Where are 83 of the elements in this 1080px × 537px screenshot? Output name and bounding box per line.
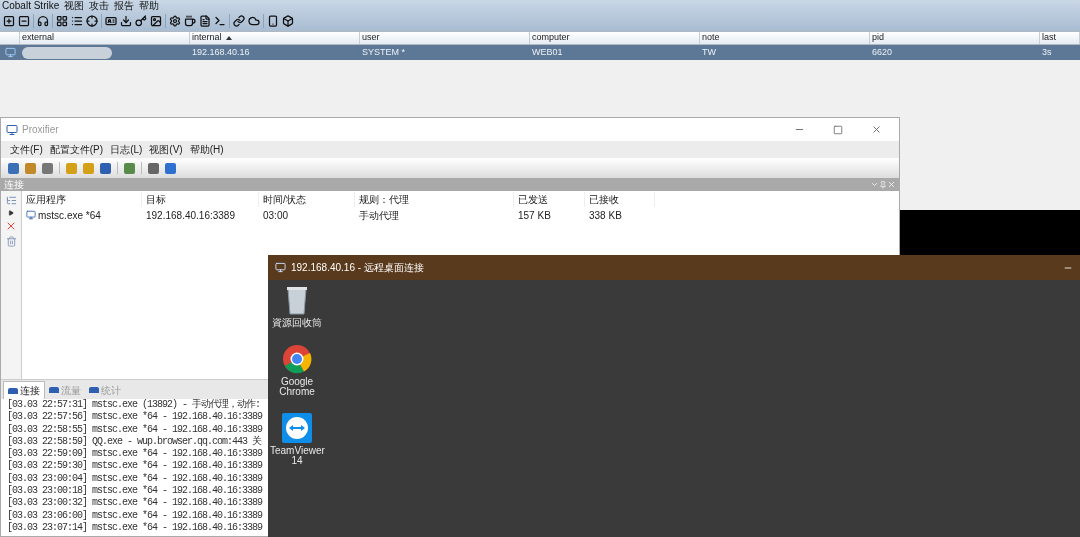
table-cell-text: 3s [1041,45,1053,59]
log-line: [03.03 23:07:14] mstsc.exe *64 - 192.168.40.16:3389 [7,521,263,535]
list-icon[interactable] [71,15,83,27]
log-line: [03.03 22:57:56] mstsc.exe *64 - 192.168.40.16:3389 [7,411,263,424]
table-cell-text: 6620 [871,45,894,59]
cup-icon[interactable] [184,15,196,27]
session-row[interactable]: 192.168.40.16 SYSTEM * WEB01 TW 6620 3s [0,45,1080,60]
menu-item[interactable]: 文件(F) [10,142,43,157]
menu-item[interactable]: 攻击 [89,0,110,11]
menu-item[interactable]: 配置文件(P) [49,142,104,157]
close-icon[interactable] [871,124,882,135]
tab-icon [8,387,18,394]
add-icon[interactable] [3,15,15,27]
menu-item[interactable]: 报告 [114,0,135,11]
table-cell-text: SYSTEM * [361,45,406,59]
cube-icon[interactable] [282,15,294,27]
column-header[interactable]: 已接收 [585,191,655,207]
card-icon[interactable] [105,15,117,27]
desktop-icon-label[interactable]: TeamViewer 14 [270,446,324,466]
terminal-icon[interactable] [214,15,226,27]
table-cell-text: 338 KB [589,208,622,223]
image-icon[interactable] [150,15,162,27]
log-line: [03.03 22:58:59] QQ.exe - wup.browser.qq.com:443 关 [7,435,262,448]
program-icon [26,210,36,220]
cloud-icon[interactable] [248,15,260,27]
table-cell-text: 192.168.40.16 [191,45,251,59]
tab-icon [89,387,99,393]
column-header[interactable]: 应用程序 [22,191,142,207]
download-icon[interactable] [120,15,132,27]
desktop-icon-label[interactable]: Google Chrome [270,377,324,397]
menu-item[interactable]: 帮助(H) [189,142,224,157]
table-cell-text: 157 KB [518,208,551,223]
log-line: [03.03 22:58:55] mstsc.exe *64 - 192.168.40.16:3389 [7,423,263,435]
menu-item[interactable]: 帮助 [139,0,160,11]
log-line: [03.03 23:06:00] mstsc.exe *64 - 192.168.40.16:3389 [7,509,263,522]
window-title: Proxifier [22,123,59,137]
menu-item[interactable]: 日志(L) [110,142,143,157]
log-line: [03.03 23:00:04] mstsc.exe *64 - 192.168.40.16:3389 [7,472,263,485]
desktop-icon-label[interactable]: 資源回收筒 [270,318,324,328]
table-cell-text: mstsc.exe *64 [38,208,101,223]
headphones-icon[interactable] [37,15,49,27]
delete-icon[interactable] [5,220,17,232]
log-line: [03.03 23:00:18] mstsc.exe *64 - 192.168.40.16:3389 [7,485,263,497]
log-line: [03.03 22:57:31] mstsc.exe (13892) - 手动代理，动作: [7,399,261,411]
app-icon [6,123,18,136]
column-header[interactable]: note [700,32,870,44]
play-icon[interactable] [8,210,14,216]
table-cell-text: 手动代理 [359,208,399,223]
crosshair-icon[interactable] [86,15,98,27]
column-header[interactable]: 已发送 [514,191,585,207]
menu-item[interactable]: 视图 [64,0,85,11]
column-header[interactable]: 时间/状态 [259,191,355,207]
column-header[interactable]: pid [870,32,1040,44]
browser-icon [282,344,312,374]
table-cell-text: 192.168.40.16:3389 [146,208,235,223]
column-header[interactable]: internal [190,32,360,44]
grid-icon[interactable] [56,15,68,27]
column-header[interactable]: computer [530,32,700,44]
log-line: [03.03 22:59:09] mstsc.exe *64 - 192.168.40.16:3389 [7,448,263,460]
link-icon[interactable] [233,15,245,27]
recycle-bin-icon [286,285,308,315]
log-line: [03.03 23:00:32] mstsc.exe *64 - 192.168.40.16:3389 [7,497,263,510]
column-header[interactable]: external [20,32,190,44]
tab-icon [49,387,59,393]
table-cell-text: 03:00 [263,208,289,223]
column-header[interactable]: user [360,32,530,44]
log-line: [03.03 22:59:30] mstsc.exe *64 - 192.168.40.16:3389 [7,460,263,473]
tab[interactable]: 连接 [3,381,45,399]
table-cell-text: TW [701,45,717,59]
column-header[interactable]: 目标 [142,191,259,207]
app-icon [275,262,286,273]
window-title: 192.168.40.16 - 远程桌面连接 [291,261,424,275]
menu-item[interactable]: Cobalt Strike [2,0,60,11]
settings-icon[interactable] [169,15,181,27]
phone-icon[interactable] [267,15,279,27]
maximize-icon[interactable] [833,124,843,135]
column-header[interactable]: last [1040,32,1080,44]
table-cell-text: WEB01 [531,45,564,59]
panel-title: 连接 [4,179,24,190]
teamviewer-icon [282,413,312,443]
column-header[interactable]: 规则：代理 [355,191,514,207]
remove-icon[interactable] [18,15,30,27]
menu-item[interactable]: 视图(V) [149,142,183,157]
